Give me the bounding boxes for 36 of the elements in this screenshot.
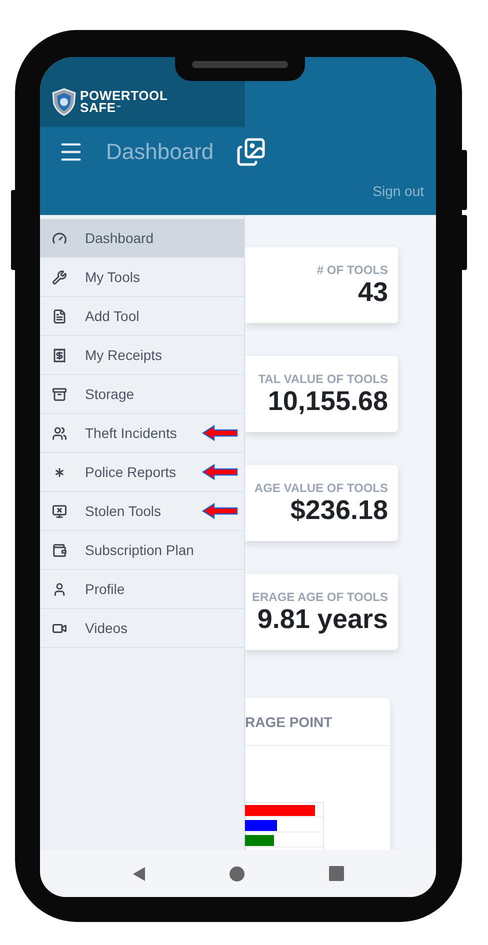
stat-label: TAL VALUE OF TOOLS bbox=[258, 372, 388, 386]
receipt-icon bbox=[52, 348, 67, 362]
document-icon bbox=[52, 308, 67, 324]
chart-title: RAGE POINT bbox=[245, 714, 332, 730]
drawer-item[interactable]: Videos bbox=[40, 609, 244, 648]
drawer-item[interactable]: Stolen Tools bbox=[40, 492, 244, 531]
drawer-item[interactable]: Storage bbox=[40, 375, 244, 414]
stat-value: 43 bbox=[358, 276, 388, 308]
stat-value: 10,155.68 bbox=[268, 386, 388, 416]
shield-icon bbox=[52, 88, 76, 116]
recents-icon[interactable] bbox=[329, 866, 344, 881]
stat-label: ERAGE AGE OF TOOLS bbox=[252, 590, 388, 604]
gauge-icon bbox=[52, 230, 67, 246]
drawer-item[interactable]: Theft Incidents bbox=[40, 414, 244, 453]
drawer-item[interactable]: Subscription Plan bbox=[40, 531, 244, 570]
drawer-item[interactable]: Dashboard bbox=[40, 219, 244, 258]
page-title: Dashboard bbox=[106, 139, 214, 165]
stat-value: 9.81 years bbox=[257, 604, 388, 634]
drawer-item[interactable]: Profile bbox=[40, 570, 244, 609]
person-icon bbox=[52, 582, 67, 596]
images-icon[interactable] bbox=[236, 137, 266, 167]
drawer-item[interactable]: My Tools bbox=[40, 258, 244, 297]
people-icon bbox=[52, 426, 67, 440]
stat-label: # OF TOOLS bbox=[316, 262, 388, 276]
logo-text: POWERTOOL bbox=[80, 90, 168, 102]
drawer-item[interactable]: Police Reports bbox=[40, 453, 244, 492]
back-icon[interactable] bbox=[132, 866, 146, 882]
wrench-icon bbox=[52, 270, 67, 284]
home-icon[interactable] bbox=[229, 866, 246, 882]
wallet-icon bbox=[52, 542, 67, 558]
drawer-item[interactable]: My Receipts bbox=[40, 336, 244, 375]
archive-icon bbox=[52, 386, 67, 402]
stat-label: AGE VALUE OF TOOLS bbox=[254, 480, 388, 494]
monitor-icon bbox=[52, 504, 67, 518]
stat-value: $236.18 bbox=[290, 494, 388, 526]
drawer-item[interactable]: Add Tool bbox=[40, 297, 244, 336]
